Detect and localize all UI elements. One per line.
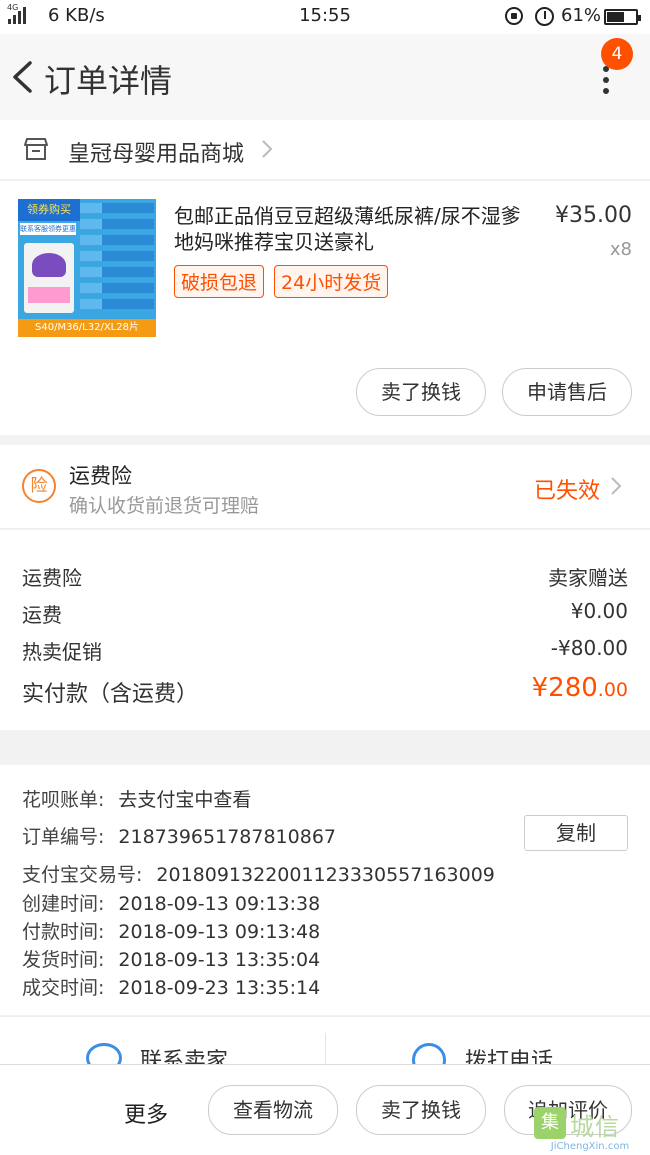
closed-row: 成交时间: 2018-09-23 13:35:14 — [22, 973, 320, 1000]
total-label: 实付款（含运费） — [22, 682, 199, 707]
tag-24h-shipping: 24小时发货 — [274, 265, 389, 298]
thumbnail-sizes: S40/M36/L32/XL28片 — [18, 319, 156, 337]
fee-row: 运费 ¥0.00 — [22, 599, 628, 628]
info-label: 发货时间: — [22, 949, 105, 971]
product-price: ¥35.00 — [555, 203, 632, 228]
battery-fill — [607, 12, 625, 22]
insurance-title: 运费险 — [69, 464, 132, 488]
fee-label: 运费 — [22, 603, 62, 627]
info-label: 订单编号: — [22, 826, 105, 848]
fee-label: 热卖促销 — [22, 640, 102, 664]
page-title: 订单详情 — [44, 62, 173, 100]
fee-row: 热卖促销 -¥80.00 — [22, 636, 628, 665]
product-card: 领券购买 联系客服领券更惠 S40/M36/L32/XL28片 包邮正品俏豆豆超… — [0, 181, 650, 435]
more-menu-icon[interactable] — [595, 66, 617, 96]
info-label: 支付宝交易号: — [22, 864, 143, 886]
rotation-lock-icon — [505, 7, 523, 25]
chevron-right-icon — [611, 477, 622, 495]
watermark-url: JiChengXin.com — [550, 1141, 630, 1152]
fee-value: -¥80.00 — [550, 636, 628, 660]
huabei-link[interactable]: 去支付宝中查看 — [118, 789, 251, 811]
sell-item-button[interactable]: 卖了换钱 — [356, 368, 486, 416]
paid-time: 2018-09-13 09:13:48 — [118, 921, 321, 943]
closed-time: 2018-09-23 13:35:14 — [118, 977, 321, 999]
more-button[interactable]: 更多 — [124, 1097, 168, 1129]
info-label: 成交时间: — [22, 977, 105, 999]
order-number-row: 订单编号: 218739651787810867 — [22, 822, 336, 849]
product-thumbnail[interactable]: 领券购买 联系客服领券更惠 S40/M36/L32/XL28片 — [18, 199, 156, 337]
bottom-action-bar: 更多 查看物流 卖了换钱 追加评价 集 城信 JiChengXin.com — [0, 1064, 650, 1155]
copy-button[interactable]: 复制 — [524, 815, 628, 851]
created-row: 创建时间: 2018-09-13 09:13:38 — [22, 889, 320, 916]
shipped-time: 2018-09-13 13:35:04 — [118, 949, 321, 971]
product-tags: 破损包退 24小时发货 — [174, 265, 389, 298]
total-amount: ¥280.00 — [532, 673, 628, 703]
shop-row[interactable]: 皇冠母婴用品商城 — [0, 120, 650, 180]
total-row: 实付款（含运费） ¥280.00 — [22, 673, 628, 708]
product-title[interactable]: 包邮正品俏豆豆超级薄纸尿裤/尿不湿爹地妈咪推荐宝贝送豪礼 — [174, 203, 536, 255]
watermark-mark: 集 — [534, 1107, 566, 1139]
created-time: 2018-09-13 09:13:38 — [118, 893, 321, 915]
fee-value: 卖家赠送 — [548, 566, 628, 590]
contact-seller-button[interactable]: 联系卖家 — [140, 1043, 228, 1064]
shop-name: 皇冠母婴用品商城 — [68, 142, 245, 167]
insurance-subtitle: 确认收货前退货可理赔 — [69, 495, 260, 517]
store-icon — [24, 138, 48, 160]
total-amount-main: ¥280 — [531, 673, 598, 703]
thumbnail-offer-list — [80, 203, 154, 315]
shipping-insurance-row[interactable]: 险 运费险 确认收货前退货可理赔 已失效 — [0, 445, 650, 529]
shipped-row: 发货时间: 2018-09-13 13:35:04 — [22, 945, 320, 972]
watermark-text: 城信 — [570, 1113, 620, 1141]
thumbnail-banner: 领券购买 — [18, 199, 80, 221]
tag-damage-refund: 破损包退 — [174, 265, 265, 298]
contact-row: 联系卖家 拨打电话 — [0, 1016, 650, 1064]
notification-badge: 4 — [601, 38, 633, 70]
back-arrow-icon[interactable] — [10, 60, 34, 94]
info-label: 花呗账单: — [22, 789, 105, 811]
fee-value: ¥0.00 — [570, 599, 628, 623]
fee-label: 运费险 — [22, 566, 82, 590]
info-label: 付款时间: — [22, 921, 105, 943]
header: 订单详情 4 — [0, 34, 650, 120]
order-number: 218739651787810867 — [118, 826, 336, 848]
alipay-trade-number: 2018091322001123330557163009 — [156, 864, 495, 886]
battery-icon — [604, 9, 641, 25]
view-logistics-button[interactable]: 查看物流 — [208, 1085, 338, 1135]
info-label: 创建时间: — [22, 893, 105, 915]
chevron-right-icon — [262, 140, 273, 158]
total-amount-cents: .00 — [597, 679, 628, 701]
thumbnail-subtext: 联系客服领券更惠 — [20, 223, 76, 235]
alarm-icon — [535, 7, 554, 26]
battery-percent: 61% — [561, 5, 602, 26]
status-bar: 4G 6 KB/s 15:55 61% — [0, 0, 650, 34]
insurance-icon: 险 — [22, 469, 56, 503]
alipay-row: 支付宝交易号: 2018091322001123330557163009 — [22, 860, 495, 887]
product-quantity: x8 — [609, 239, 632, 260]
paid-row: 付款时间: 2018-09-13 09:13:48 — [22, 917, 320, 944]
sell-item-button[interactable]: 卖了换钱 — [356, 1085, 486, 1135]
call-button[interactable]: 拨打电话 — [465, 1043, 553, 1064]
divider — [325, 1033, 326, 1064]
fee-row: 运费险 卖家赠送 — [22, 562, 628, 591]
after-sale-button[interactable]: 申请售后 — [502, 368, 632, 416]
order-info: 花呗账单: 去支付宝中查看 订单编号: 218739651787810867 复制 … — [0, 765, 650, 1015]
phone-icon[interactable] — [412, 1043, 446, 1064]
fee-summary: 运费险 卖家赠送 运费 ¥0.00 热卖促销 -¥80.00 实付款（含运费） … — [0, 530, 650, 730]
insurance-status: 已失效 — [534, 479, 601, 504]
chat-icon[interactable] — [86, 1043, 122, 1064]
huabei-row: 花呗账单: 去支付宝中查看 — [22, 785, 251, 812]
diaper-pack-graphic — [24, 243, 74, 313]
watermark-logo: 集 城信 JiChengXin.com — [534, 1107, 646, 1153]
